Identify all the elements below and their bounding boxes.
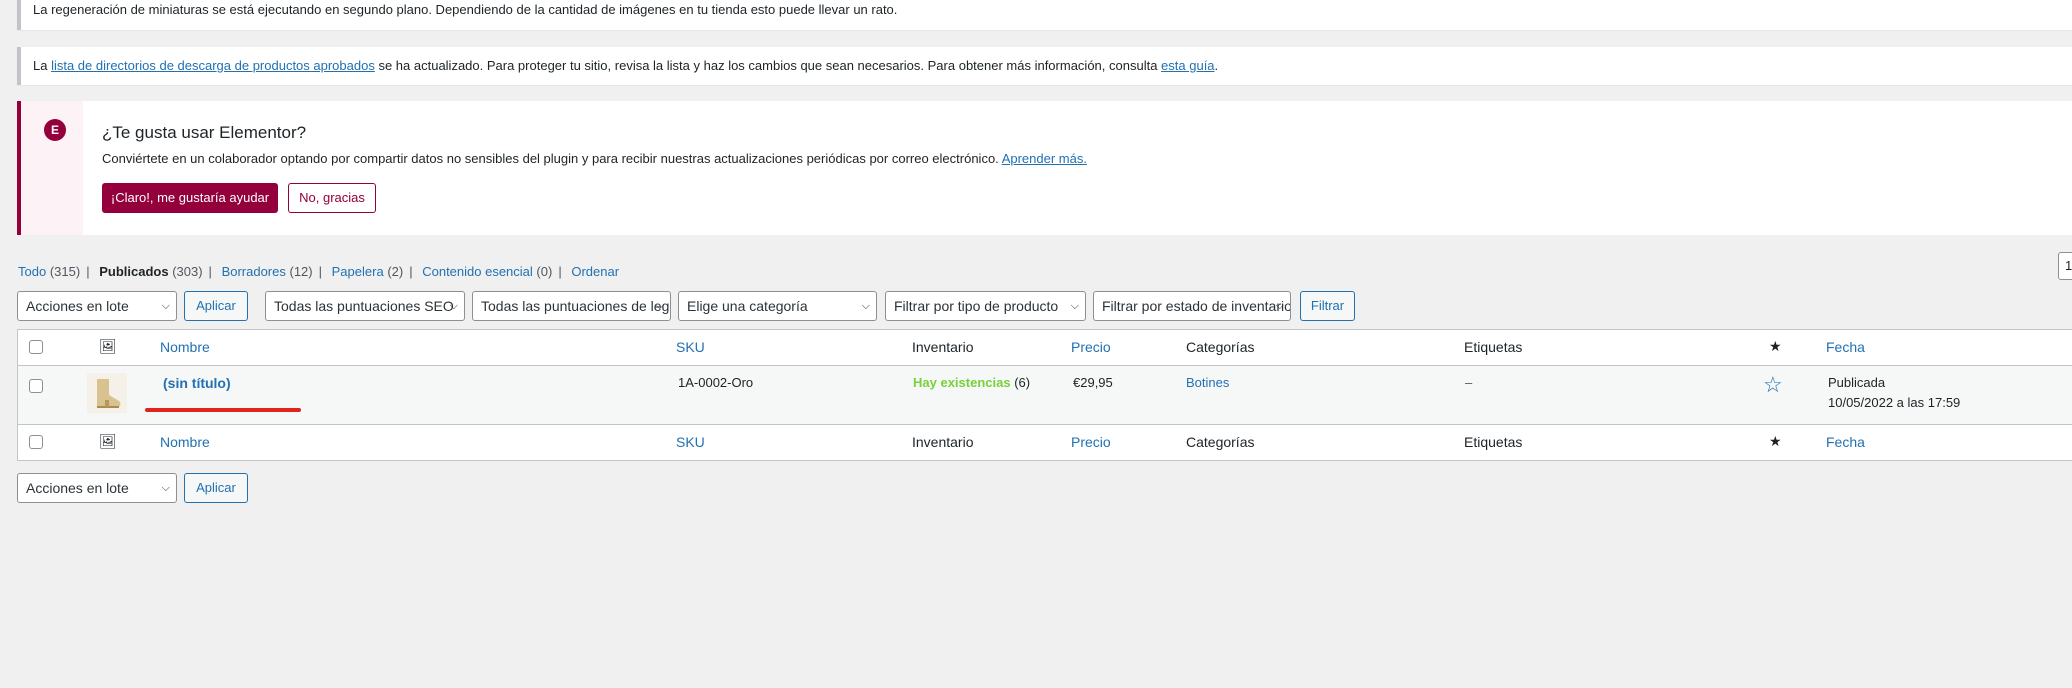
product-date: 10/05/2022 a las 17:59 <box>1828 395 1961 410</box>
image-column-icon: 🖼 <box>99 338 117 354</box>
seo-score-filter[interactable]: Todas las puntuaciones SEO ⌵ <box>265 291 465 321</box>
stock-status-label: Hay existencias <box>913 375 1011 390</box>
column-sku[interactable]: SKU <box>676 339 705 355</box>
footer-column-name[interactable]: Nombre <box>160 434 210 450</box>
chevron-down-icon: ⌵ <box>655 300 664 312</box>
stock-status-filter[interactable]: Filtrar por estado de inventario ⌵ <box>1093 291 1291 321</box>
readability-score-value: Todas las puntuaciones de legibilidad <box>481 298 670 314</box>
post-status-views: Todo (315) | Publicados (303) | Borradores… <box>18 264 620 279</box>
elementor-logo-icon: E <box>44 119 66 141</box>
stock-count: (6) <box>1014 375 1031 390</box>
download-directories-notice: La lista de directorios de descarga de p… <box>17 47 2072 85</box>
view-published-link[interactable]: Publicados <box>99 264 168 279</box>
row-checkbox[interactable] <box>29 379 43 393</box>
view-sort-link[interactable]: Ordenar <box>571 264 619 279</box>
view-all-count: (315) <box>49 264 81 279</box>
elementor-notice-sidebar: E <box>21 101 83 235</box>
product-status: Publicada <box>1828 375 1886 390</box>
product-type-value: Filtrar por tipo de producto <box>894 298 1059 314</box>
chevron-down-icon: ⌵ <box>1070 300 1079 312</box>
chevron-down-icon: ⌵ <box>161 300 170 312</box>
footer-column-sku[interactable]: SKU <box>676 434 705 450</box>
product-price: €29,95 <box>1073 375 1113 390</box>
chevron-down-icon: ⌵ <box>861 300 870 312</box>
footer-column-date[interactable]: Fecha <box>1826 434 1865 450</box>
regeneration-notice: La regeneración de miniaturas se está ej… <box>17 0 2072 30</box>
red-annotation-underline <box>145 408 301 412</box>
select-all-footer-checkbox[interactable] <box>29 435 43 449</box>
view-cornerstone-link[interactable]: Contenido esencial <box>422 264 533 279</box>
product-tags: – <box>1465 375 1473 390</box>
bottom-apply-button[interactable]: Aplicar <box>184 473 248 503</box>
accept-optin-button[interactable]: ¡Claro!, me gustaría ayudar <box>102 183 278 213</box>
view-cornerstone-count: (0) <box>536 264 553 279</box>
footer-column-categories: Categorías <box>1186 434 1255 450</box>
chevron-down-icon: ⌵ <box>161 482 170 494</box>
product-name-link[interactable]: (sin título) <box>163 375 231 391</box>
view-all-link[interactable]: Todo <box>18 264 46 279</box>
featured-star-icon: ★ <box>1769 433 1782 449</box>
approved-directories-link[interactable]: lista de directorios de descarga de prod… <box>51 58 375 73</box>
boot-image-icon <box>87 373 127 413</box>
view-trash-count: (2) <box>387 264 404 279</box>
chevron-down-icon: ⌵ <box>1275 300 1284 312</box>
view-drafts-link[interactable]: Borradores <box>222 264 286 279</box>
featured-star-icon: ★ <box>1769 338 1782 354</box>
footer-column-tags: Etiquetas <box>1464 434 1523 450</box>
column-name[interactable]: Nombre <box>160 339 210 355</box>
current-page-input[interactable]: 1 <box>2058 252 2072 280</box>
notice-middle: se ha actualizado. Para proteger tu siti… <box>374 58 1162 73</box>
category-filter-value: Elige una categoría <box>687 298 808 314</box>
stock-status-value: Filtrar por estado de inventario <box>1102 298 1291 314</box>
notice-prefix: La <box>33 58 52 73</box>
elementor-notice-title: ¿Te gusta usar Elementor? <box>102 123 307 142</box>
featured-toggle-star-icon[interactable]: ☆ <box>1763 372 1783 398</box>
elementor-optin-notice: E ¿Te gusta usar Elementor? Conviértete … <box>17 101 2072 235</box>
column-tags: Etiquetas <box>1464 339 1523 355</box>
column-stock: Inventario <box>912 339 974 355</box>
bottom-bulk-actions-value: Acciones en lote <box>26 480 129 496</box>
readability-score-filter[interactable]: Todas las puntuaciones de legibilidad⌵ <box>472 291 671 321</box>
product-thumbnail[interactable] <box>87 373 127 413</box>
table-row: (sin título) 1A-0002-Oro Hay existencias… <box>18 366 2072 425</box>
column-categories: Categorías <box>1186 339 1255 355</box>
elementor-description-text: Conviértete en un colaborador optando po… <box>102 151 1002 166</box>
product-stock: Hay existencias (6) <box>913 375 1030 390</box>
download-directories-notice-text: La lista de directorios de descarga de p… <box>33 58 1218 73</box>
regeneration-notice-text: La regeneración de miniaturas se está ej… <box>33 2 898 17</box>
notice-suffix: . <box>1214 58 1219 73</box>
elementor-notice-description: Conviértete en un colaborador optando po… <box>102 151 1087 166</box>
chevron-down-icon: ⌵ <box>449 300 458 312</box>
filter-button[interactable]: Filtrar <box>1300 291 1355 321</box>
table-footer-row: 🖼 Nombre SKU Inventario Precio Categoría… <box>18 425 2072 460</box>
decline-optin-button[interactable]: No, gracias <box>288 183 376 213</box>
column-price[interactable]: Precio <box>1071 339 1111 355</box>
bulk-actions-select[interactable]: Acciones en lote ⌵ <box>17 291 177 321</box>
column-date[interactable]: Fecha <box>1826 339 1865 355</box>
bottom-bulk-actions-select[interactable]: Acciones en lote ⌵ <box>17 473 177 503</box>
footer-column-stock: Inventario <box>912 434 974 450</box>
product-type-filter[interactable]: Filtrar por tipo de producto ⌵ <box>885 291 1086 321</box>
footer-column-price[interactable]: Precio <box>1071 434 1111 450</box>
product-category-link[interactable]: Botines <box>1186 375 1229 390</box>
category-filter[interactable]: Elige una categoría ⌵ <box>678 291 877 321</box>
seo-score-value: Todas las puntuaciones SEO <box>274 298 454 314</box>
view-drafts-count: (12) <box>289 264 313 279</box>
product-sku: 1A-0002-Oro <box>678 375 754 390</box>
view-published-count: (303) <box>172 264 203 279</box>
image-column-icon: 🖼 <box>99 433 117 449</box>
products-table: 🖼 Nombre SKU Inventario Precio Categoría… <box>17 329 2072 461</box>
learn-more-link[interactable]: Aprender más. <box>1002 151 1087 166</box>
table-header-row: 🖼 Nombre SKU Inventario Precio Categoría… <box>18 330 2072 366</box>
select-all-checkbox[interactable] <box>29 340 43 354</box>
guide-link[interactable]: esta guía <box>1161 58 1215 73</box>
view-trash-link[interactable]: Papelera <box>332 264 384 279</box>
apply-bulk-button[interactable]: Aplicar <box>184 291 248 321</box>
bulk-actions-value: Acciones en lote <box>26 298 129 314</box>
